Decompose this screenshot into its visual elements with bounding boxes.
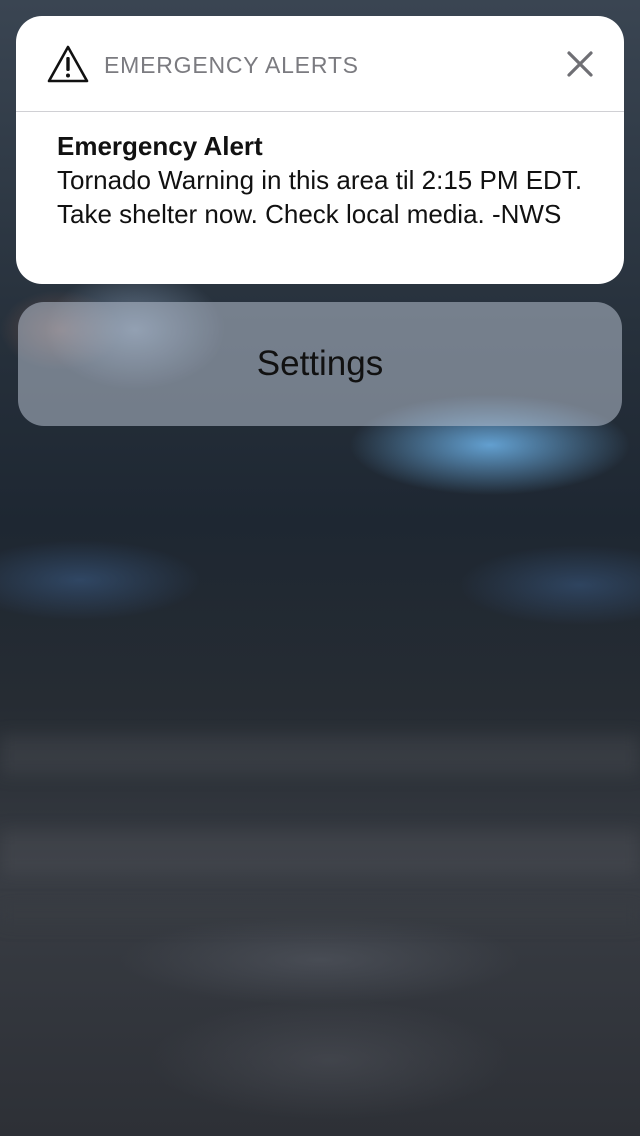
- blurred-content-band: [0, 830, 640, 875]
- warning-triangle-icon: [47, 45, 89, 83]
- notification-header: EMERGENCY ALERTS: [16, 16, 624, 112]
- settings-button[interactable]: Settings: [18, 302, 622, 426]
- notification-body: Emergency Alert Tornado Warning in this …: [16, 112, 624, 231]
- close-icon[interactable]: [564, 48, 596, 80]
- settings-button-label: Settings: [256, 344, 384, 383]
- notification-title: Emergency Alert: [57, 131, 263, 161]
- notification-message: Tornado Warning in this area til 2:15 PM…: [57, 165, 583, 229]
- blurred-content-band: [0, 905, 640, 925]
- blurred-content-band: [0, 735, 640, 775]
- notification-app-name: EMERGENCY ALERTS: [104, 52, 359, 78]
- emergency-alert-notification[interactable]: EMERGENCY ALERTS Emergency Alert Tornado…: [16, 16, 624, 284]
